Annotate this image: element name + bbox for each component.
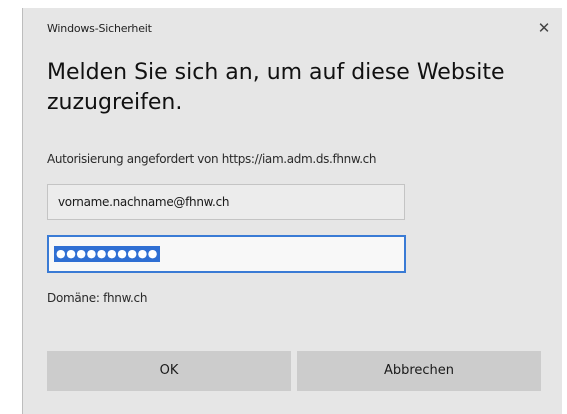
cancel-button[interactable]: Abbrechen (297, 351, 541, 391)
ok-button[interactable]: OK (47, 351, 291, 391)
window-title: Windows-Sicherheit (47, 22, 152, 35)
domain-label: Domäne: fhnw.ch (47, 291, 148, 305)
close-button[interactable]: ✕ (534, 18, 554, 38)
windows-security-dialog: Windows-Sicherheit ✕ Melden Sie sich an,… (22, 8, 562, 414)
dialog-heading: Melden Sie sich an, um auf diese Website… (47, 60, 505, 115)
password-field[interactable]: ●●●●●●●●●● (47, 235, 406, 273)
authorization-info: Autorisierung angefordert von https://ia… (47, 152, 377, 166)
close-icon: ✕ (537, 19, 551, 37)
username-field[interactable] (47, 184, 405, 220)
password-masked-value: ●●●●●●●●●● (54, 246, 160, 262)
